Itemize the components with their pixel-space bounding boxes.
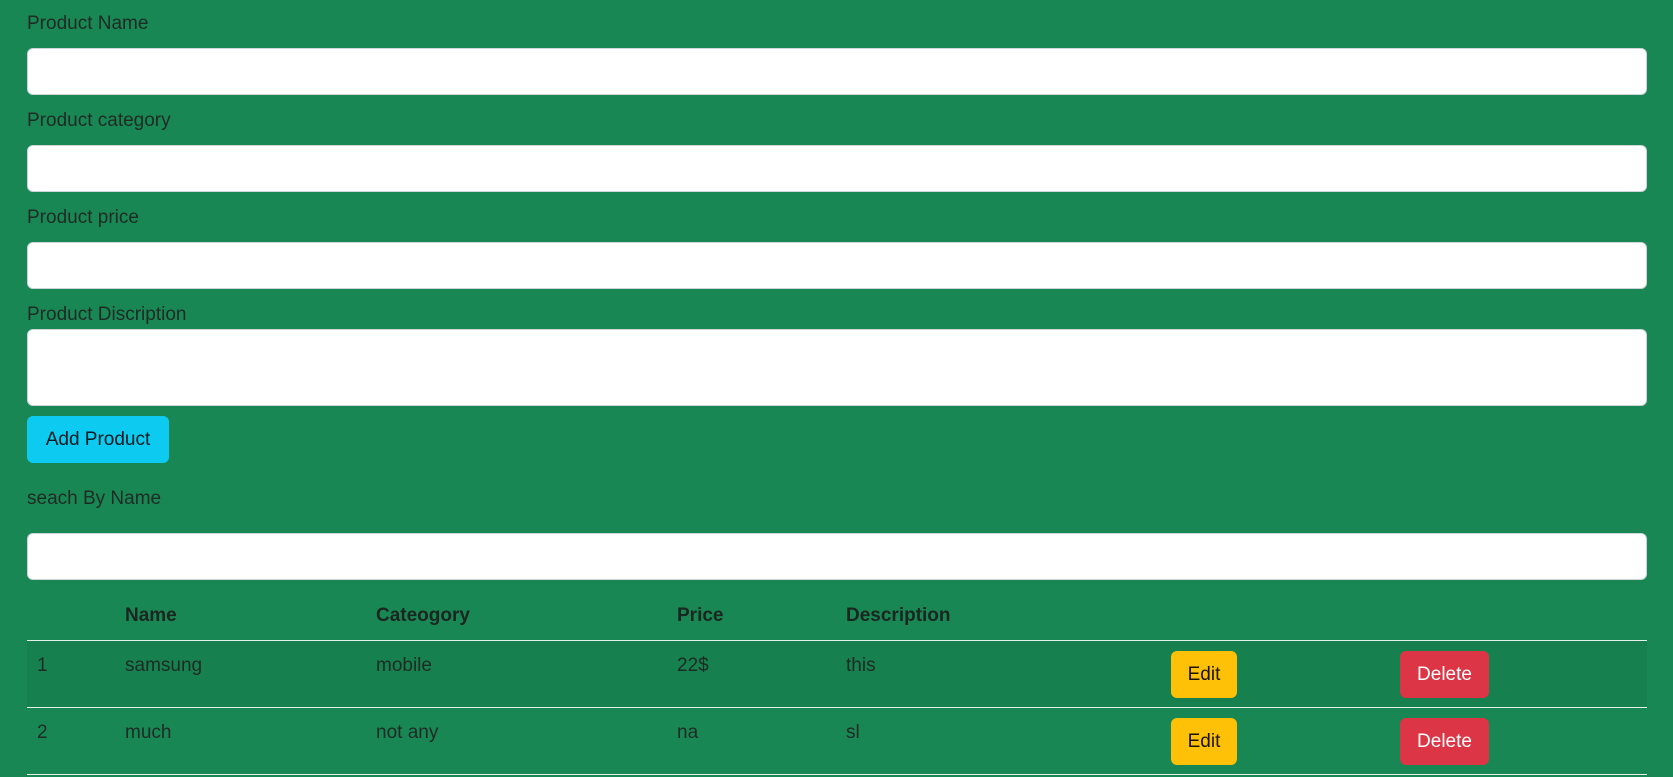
column-header-price: Price [667,591,836,641]
row-price: na [667,707,836,775]
row-description: sl [836,707,1161,775]
table-row: 1 samsung mobile 22$ this Edit Delete [27,640,1647,708]
search-input[interactable] [27,533,1647,580]
row-index: 1 [27,640,115,708]
row-edit-cell: Edit [1161,707,1390,775]
column-header-edit [1161,591,1390,641]
edit-button[interactable]: Edit [1171,718,1237,765]
product-category-input[interactable] [27,145,1647,192]
product-price-label: Product price [27,207,139,228]
row-category: not any [366,707,667,775]
product-name-label: Product Name [27,13,149,34]
row-edit-cell: Edit [1161,640,1390,708]
product-name-input[interactable] [27,48,1647,95]
row-name: samsung [115,640,366,708]
product-description-label: Product Discription [27,304,187,325]
row-description: this [836,640,1161,708]
delete-button[interactable]: Delete [1400,651,1489,698]
column-header-description: Description [836,591,1161,641]
add-product-button[interactable]: Add Product [27,416,169,463]
row-category: mobile [366,640,667,708]
column-header-index [27,591,115,641]
product-description-textarea[interactable] [27,329,1647,406]
product-price-input[interactable] [27,242,1647,289]
delete-button[interactable]: Delete [1400,718,1489,765]
column-header-category: Cateogory [366,591,667,641]
products-table: Name Cateogory Price Description 1 samsu… [27,591,1647,775]
table-row: 2 much not any na sl Edit Delete [27,707,1647,775]
row-delete-cell: Delete [1390,640,1647,708]
row-delete-cell: Delete [1390,707,1647,775]
edit-button[interactable]: Edit [1171,651,1237,698]
table-header-row: Name Cateogory Price Description [27,591,1647,641]
row-price: 22$ [667,640,836,708]
search-by-name-label: seach By Name [27,488,162,509]
column-header-delete [1390,591,1647,641]
row-index: 2 [27,707,115,775]
column-header-name: Name [115,591,366,641]
product-category-label: Product category [27,110,171,131]
row-name: much [115,707,366,775]
